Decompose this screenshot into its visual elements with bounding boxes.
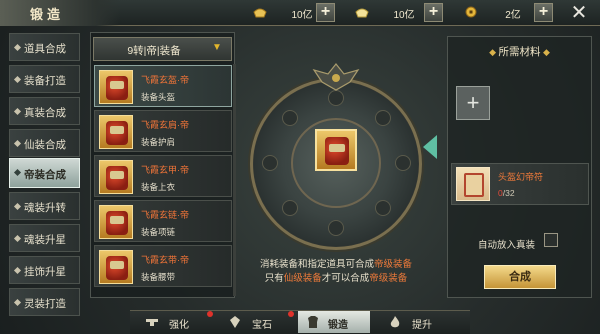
rune-icon — [395, 155, 411, 171]
notification-dot — [288, 311, 294, 317]
item-name: 飞霞玄甲·帝 — [141, 165, 189, 175]
diamond-icon — [13, 107, 22, 116]
belt-icon — [99, 250, 133, 284]
item-name: 飞霞玄带·帝 — [141, 255, 189, 265]
tab-item-synthesis[interactable]: 道具合成 — [9, 33, 80, 61]
diamond-icon — [13, 234, 22, 243]
chest-armor-icon — [99, 160, 133, 194]
gem-icon — [230, 316, 240, 328]
page-title: 锻造 — [30, 7, 65, 22]
target-equipment-slot[interactable] — [315, 129, 357, 171]
item-type: 装备头盔 — [141, 92, 176, 102]
list-item[interactable]: 飞霞玄肩·帝 装备护肩 — [94, 110, 232, 152]
tab-label: 宝石 — [252, 320, 272, 331]
helmet-icon — [99, 70, 133, 104]
synthesize-button[interactable]: 合成 — [484, 265, 556, 289]
tab-label: 道具合成 — [24, 43, 66, 55]
rune-icon — [282, 110, 298, 126]
tier-filter-dropdown[interactable]: 9转|帝|装备 ▼ — [93, 37, 232, 61]
list-item[interactable]: 飞霞玄带·帝 装备腰带 — [94, 245, 232, 287]
list-item[interactable]: 飞霞玄链·帝 装备项链 — [94, 200, 232, 242]
diamond-icon — [13, 266, 22, 275]
item-type: 装备上衣 — [141, 182, 176, 192]
chevron-down-icon: ▼ — [212, 42, 222, 53]
rune-icon — [375, 110, 391, 126]
necklace-icon — [99, 205, 133, 239]
item-type: 装备项链 — [141, 227, 176, 237]
anvil-icon — [146, 319, 158, 326]
arrow-left-icon — [423, 135, 437, 159]
tab-label: 帝装合成 — [24, 169, 66, 181]
material-name: 头盔幻帝符 — [498, 172, 544, 182]
crest-ornament-icon — [312, 63, 360, 91]
list-item[interactable]: 飞霞玄盔·帝 装备头盔 — [94, 65, 232, 107]
material-count: 0/32 — [498, 188, 515, 198]
tab-label: 装备打造 — [24, 75, 66, 87]
tab-label: 挂饰升星 — [24, 266, 66, 278]
forge-screen: 锻造 10亿 + 10亿 + 2亿 + ✕ 道具合成 装备打造 真装合成 仙装合… — [0, 0, 600, 334]
add-gold-button[interactable]: + — [316, 3, 335, 22]
tier-filter-value: 9转|帝|装备 — [127, 45, 181, 57]
tab-soul-equip-upgrade[interactable]: 魂装升转 — [9, 192, 80, 220]
tab-label: 魂装升星 — [24, 234, 66, 246]
tab-emperor-equip-synthesis[interactable]: 帝装合成 — [9, 158, 80, 188]
tab-pendant-star[interactable]: 挂饰升星 — [9, 256, 80, 284]
auto-add-checkbox[interactable] — [544, 233, 558, 247]
item-type: 装备腰带 — [141, 272, 176, 282]
tab-forge[interactable]: 锻造 — [298, 311, 370, 333]
synthesis-hint-line2: 只有仙级装备才可以合成帝级装备 — [264, 273, 408, 284]
diamond-icon — [13, 43, 22, 52]
coin-icon — [465, 6, 477, 18]
rune-icon — [282, 200, 298, 216]
diamond-icon — [13, 298, 22, 307]
item-name: 飞霞玄链·帝 — [141, 210, 189, 220]
diamond-icon: ◆ — [489, 47, 499, 57]
tab-gem[interactable]: 宝石 — [228, 311, 288, 333]
tab-label: 锻造 — [328, 320, 348, 331]
currency-gold: 10亿 — [252, 4, 352, 22]
item-name: 飞霞玄肩·帝 — [141, 120, 189, 130]
tab-upgrade[interactable]: 提升 — [388, 311, 448, 333]
silver-ingot-icon — [355, 8, 369, 18]
tab-label: 魂装升转 — [24, 202, 66, 214]
tab-label: 仙装合成 — [24, 139, 66, 151]
shoulder-armor-icon — [99, 115, 133, 149]
tab-label: 灵装打造 — [24, 298, 66, 310]
tab-soul-equip-star[interactable]: 魂装升星 — [9, 224, 80, 252]
diamond-icon — [13, 139, 22, 148]
diamond-icon — [13, 75, 22, 84]
item-type: 装备护肩 — [141, 137, 176, 147]
gold-ingot-icon — [253, 8, 267, 18]
tab-label: 真装合成 — [24, 107, 66, 119]
tab-immortal-equip-synthesis[interactable]: 仙装合成 — [9, 129, 80, 157]
item-name: 飞霞玄盔·帝 — [141, 75, 189, 85]
tab-spirit-equip-forge[interactable]: 灵装打造 — [9, 288, 80, 316]
list-item[interactable]: 飞霞玄甲·帝 装备上衣 — [94, 155, 232, 197]
flame-icon — [390, 316, 400, 328]
synthesis-hint-line1: 消耗装备和指定道具可合成帝级装备 — [259, 259, 413, 270]
rune-icon — [262, 155, 278, 171]
notification-dot — [207, 311, 213, 317]
add-material-button[interactable]: + — [456, 86, 490, 120]
rune-icon — [375, 200, 391, 216]
add-silver-button[interactable]: + — [424, 3, 443, 22]
tab-label: 强化 — [169, 320, 189, 331]
rune-icon — [328, 220, 344, 236]
diamond-icon — [13, 168, 22, 177]
auto-add-label: 自动放入真装 — [478, 240, 536, 251]
talisman-icon[interactable] — [456, 167, 490, 201]
diamond-icon: ◆ — [540, 47, 550, 57]
diamond-icon — [13, 202, 22, 211]
materials-title: ◆ 所需材料 ◆ — [489, 46, 550, 58]
tab-enhance[interactable]: 强化 — [145, 311, 205, 333]
tab-equipment-forge[interactable]: 装备打造 — [9, 65, 80, 93]
tab-label: 提升 — [412, 320, 432, 331]
add-coin-button[interactable]: + — [534, 3, 553, 22]
armor-icon — [308, 316, 318, 328]
tab-true-equip-synthesis[interactable]: 真装合成 — [9, 97, 80, 125]
close-icon[interactable]: ✕ — [568, 2, 590, 24]
rune-icon — [328, 90, 344, 106]
